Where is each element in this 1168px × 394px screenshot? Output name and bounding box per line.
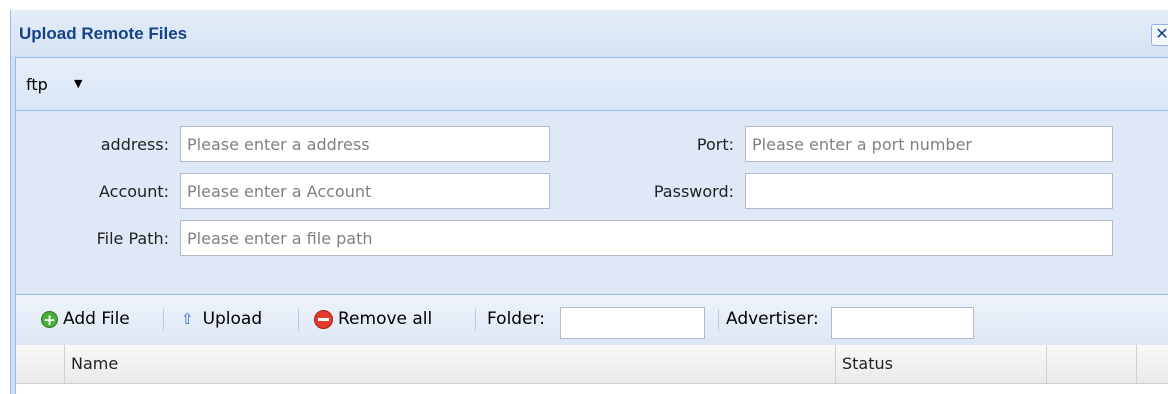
remove-all-button[interactable]: Remove all	[314, 309, 432, 329]
folder-label: Folder:	[487, 309, 545, 329]
password-label: Password:	[653, 182, 734, 201]
remove-all-label: Remove all	[338, 309, 433, 329]
add-file-label: Add File	[63, 309, 130, 329]
caret-down-icon[interactable]: ▼	[74, 77, 82, 90]
grid-header: Name Status	[16, 345, 1168, 384]
grid-column-status[interactable]: Status	[836, 345, 1047, 383]
grid-column-extra[interactable]	[1047, 345, 1137, 383]
upload-label: Upload	[202, 309, 263, 329]
remove-icon	[314, 309, 333, 329]
account-label: Account:	[99, 182, 169, 201]
file-grid: Name Status	[15, 345, 1168, 394]
account-input[interactable]	[180, 173, 550, 209]
toolbar-separator	[163, 309, 164, 331]
upload-arrow-icon: ⇧	[181, 310, 194, 328]
address-input[interactable]	[180, 126, 550, 162]
grid-column-checkbox[interactable]	[16, 345, 65, 383]
password-input[interactable]	[745, 173, 1113, 209]
advertiser-input[interactable]	[831, 307, 974, 339]
close-icon[interactable]: ✕	[1151, 24, 1168, 46]
filepath-label: File Path:	[96, 229, 169, 248]
add-file-button[interactable]: + Add File	[41, 309, 130, 329]
toolbar-separator	[298, 309, 299, 331]
file-toolbar: + Add File ⇧ Upload Remove all Folder: A…	[15, 294, 1168, 345]
grid-column-name[interactable]: Name	[65, 345, 836, 383]
filepath-input[interactable]	[180, 220, 1113, 256]
window-title: Upload Remote Files	[19, 24, 188, 43]
protocol-menu-label[interactable]: ftp	[26, 75, 48, 94]
connection-form: address: Port: Account: Password: File P…	[15, 110, 1168, 294]
grid-column-extra[interactable]	[1137, 345, 1168, 383]
toolbar-separator	[475, 309, 476, 331]
port-input[interactable]	[745, 126, 1113, 162]
upload-remote-files-window: Upload Remote Files ✕ ftp ▼ address: Por…	[10, 10, 1168, 394]
advertiser-label: Advertiser:	[726, 309, 819, 329]
port-label: Port:	[696, 135, 734, 154]
window-titlebar: Upload Remote Files ✕	[11, 10, 1168, 56]
address-label: address:	[100, 135, 169, 154]
upload-button[interactable]: ⇧ Upload	[181, 309, 262, 329]
toolbar-separator	[718, 309, 719, 331]
add-icon: +	[41, 310, 58, 328]
protocol-menubar: ftp ▼	[15, 57, 1168, 110]
folder-input[interactable]	[560, 307, 705, 339]
